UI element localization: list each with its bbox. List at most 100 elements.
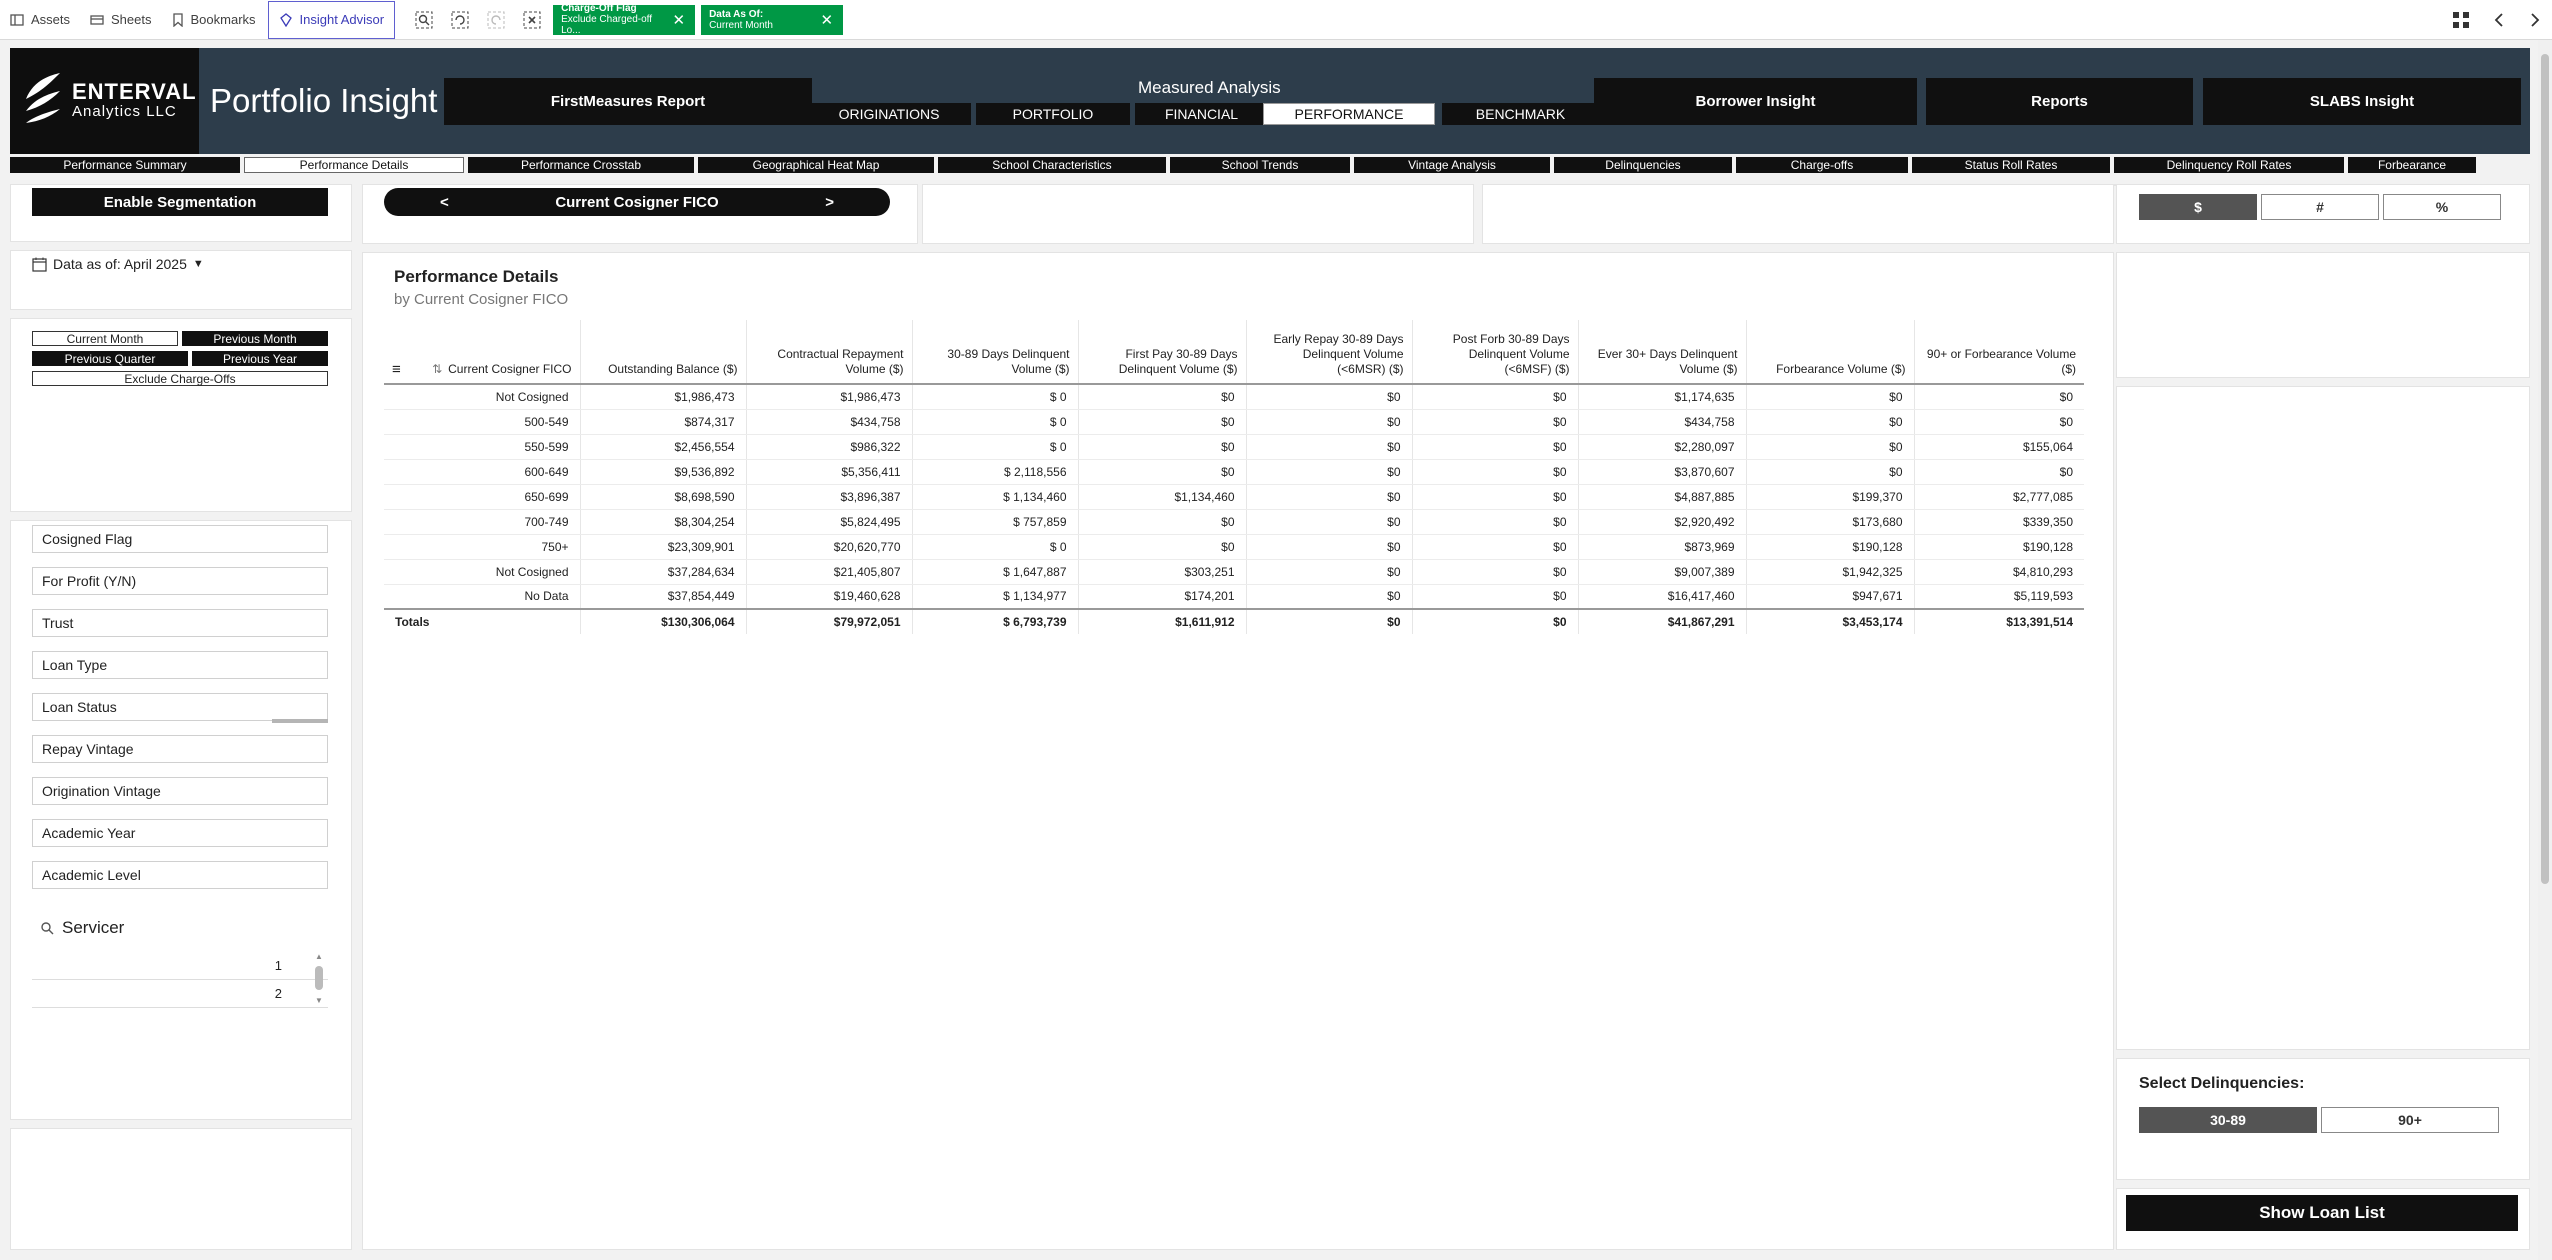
subtab-performance-crosstab[interactable]: Performance Crosstab [468,157,694,173]
column-header-post-forb-delinquent[interactable]: Post Forb 30-89 Days Delinquent Volume (… [1411,320,1578,385]
servicer-filter-header[interactable]: Servicer [40,918,124,938]
subtab-forbearance[interactable]: Forbearance [2348,157,2476,173]
table-row[interactable]: No Data $37,854,449 $19,460,628 $ 1,134,977… [384,584,2084,610]
delinquency-90-plus-button[interactable]: 90+ [2321,1107,2499,1133]
tab-originations[interactable]: ORIGINATIONS [807,103,971,125]
cell-fico[interactable]: 550-599 [384,434,580,460]
previous-month-button[interactable]: Previous Month [182,331,328,346]
servicer-value-2[interactable]: 2 [32,980,328,1008]
close-icon[interactable]: ✕ [673,11,686,29]
show-loan-list-button[interactable]: Show Loan List [2126,1195,2518,1231]
delinquency-30-89-button[interactable]: 30-89 [2139,1107,2317,1133]
cell-fico[interactable]: 750+ [384,534,580,560]
tab-portfolio[interactable]: PORTFOLIO [976,103,1130,125]
tab-performance[interactable]: PERFORMANCE [1263,103,1435,125]
table-row[interactable]: Not Cosigned $1,986,473 $1,986,473 $ 0 $0 $0 $… [384,384,2084,410]
subtab-delinquencies[interactable]: Delinquencies [1554,157,1732,173]
table-row[interactable]: 650-699 $8,698,590 $3,896,387 $ 1,134,460 $1… [384,484,2084,510]
assets-button[interactable]: Assets [0,0,80,40]
enable-segmentation-button[interactable]: Enable Segmentation [32,188,328,216]
step-forward-tool[interactable] [485,9,507,31]
insight-advisor-button[interactable]: Insight Advisor [267,0,396,39]
grid-view-icon[interactable] [2452,11,2470,29]
previous-quarter-button[interactable]: Previous Quarter [32,351,188,366]
column-header-outstanding-balance[interactable]: Outstanding Balance ($) [579,320,746,385]
filter-scroll-handle[interactable] [272,719,328,723]
filter-for-profit[interactable]: For Profit (Y/N) [32,567,328,595]
table-row[interactable]: 750+ $23,309,901 $20,620,770 $ 0 $0 $0 $0 $873,… [384,534,2084,560]
tab-financial[interactable]: FINANCIAL [1135,103,1268,125]
filter-repay-vintage[interactable]: Repay Vintage [32,735,328,763]
previous-year-button[interactable]: Previous Year [192,351,328,366]
subtab-vintage-analysis[interactable]: Vintage Analysis [1354,157,1550,173]
subtab-school-trends[interactable]: School Trends [1170,157,1350,173]
clear-selections-tool[interactable] [521,9,543,31]
column-header-first-pay-delinquent[interactable]: First Pay 30-89 Days Delinquent Volume (… [1077,320,1246,385]
chevron-left-icon[interactable] [2492,12,2506,28]
subtab-school-characteristics[interactable]: School Characteristics [938,157,1166,173]
scroll-up-icon[interactable]: ▲ [315,952,323,961]
column-header-fico[interactable]: ≡ ⇅ Current Cosigner FICO [384,320,580,385]
filter-trust[interactable]: Trust [32,609,328,637]
subtab-status-roll-rates[interactable]: Status Roll Rates [1912,157,2110,173]
exclude-chargeoffs-button[interactable]: Exclude Charge-Offs [32,371,328,386]
subtab-charge-offs[interactable]: Charge-offs [1736,157,1908,173]
dimension-prev-button[interactable]: < [440,194,449,211]
data-as-of-dropdown[interactable]: Data as of: April 2025 ▼ [32,256,204,272]
cell-fico[interactable]: 700-749 [384,509,580,535]
column-header-contractual-repayment[interactable]: Contractual Repayment Volume ($) [745,320,912,385]
subtab-performance-details[interactable]: Performance Details [244,157,464,173]
scroll-down-icon[interactable]: ▼ [315,996,323,1005]
filter-origination-vintage[interactable]: Origination Vintage [32,777,328,805]
column-header-early-repay-delinquent[interactable]: Early Repay 30-89 Days Delinquent Volume… [1245,320,1412,385]
sort-icon[interactable]: ⇅ [432,362,442,376]
column-header-forbearance-volume[interactable]: Forbearance Volume ($) [1745,320,1914,385]
reports-button[interactable]: Reports [1926,78,2193,125]
filter-loan-status[interactable]: Loan Status [32,693,328,721]
page-scroll-thumb[interactable] [2541,54,2549,884]
cell-fico[interactable]: 650-699 [384,484,580,510]
slabs-insight-button[interactable]: SLABS Insight [2203,78,2521,125]
cell-fico[interactable]: 500-549 [384,409,580,435]
filter-loan-type[interactable]: Loan Type [32,651,328,679]
borrower-insight-button[interactable]: Borrower Insight [1594,78,1917,125]
current-month-button[interactable]: Current Month [32,331,178,346]
table-row[interactable]: 500-549 $874,317 $434,758 $ 0 $0 $0 $0 $434,758… [384,409,2084,435]
cell-fico[interactable]: Not Cosigned [384,384,580,410]
column-header-90-or-forbearance[interactable]: 90+ or Forbearance Volume ($) [1913,320,2084,385]
table-row[interactable]: 700-749 $8,304,254 $5,824,495 $ 757,859 $0 $0… [384,509,2084,535]
selection-chip-chargeoff[interactable]: Charge-Off Flag Exclude Charged-off Lo..… [553,3,696,36]
column-header-30-89-delinquent[interactable]: 30-89 Days Delinquent Volume ($) [911,320,1078,385]
cell-fico[interactable]: No Data [384,584,580,610]
subtab-performance-summary[interactable]: Performance Summary [10,157,240,173]
sheets-button[interactable]: Sheets [80,0,161,40]
servicer-value-1[interactable]: 1 [32,952,328,980]
close-icon[interactable]: ✕ [821,11,834,29]
table-row[interactable]: Not Cosigned $37,284,634 $21,405,807 $ 1,64… [384,559,2084,585]
dimension-next-button[interactable]: > [825,194,834,211]
unit-dollar-button[interactable]: $ [2139,194,2257,220]
table-row[interactable]: 600-649 $9,536,892 $5,356,411 $ 2,118,556 $0… [384,459,2084,485]
tab-benchmark[interactable]: BENCHMARK [1442,103,1599,125]
table-row[interactable]: 550-599 $2,456,554 $986,322 $ 0 $0 $0 $0 $2,280… [384,434,2084,460]
unit-count-button[interactable]: # [2261,194,2379,220]
chevron-right-icon[interactable] [2528,12,2542,28]
step-back-tool[interactable] [449,9,471,31]
unit-percent-button[interactable]: % [2383,194,2501,220]
filter-academic-level[interactable]: Academic Level [32,861,328,889]
page-scrollbar[interactable] [2538,40,2552,1260]
cell-fico[interactable]: Not Cosigned [384,559,580,585]
smart-search-tool[interactable] [413,9,435,31]
subtab-delinquency-roll-rates[interactable]: Delinquency Roll Rates [2114,157,2344,173]
hamburger-menu-icon[interactable]: ≡ [392,362,401,377]
column-header-ever-30-delinquent[interactable]: Ever 30+ Days Delinquent Volume ($) [1577,320,1746,385]
selection-chip-data-as-of[interactable]: Data As Of: Current Month ✕ [701,4,844,35]
bookmarks-button[interactable]: Bookmarks [162,0,266,40]
filter-cosigned-flag[interactable]: Cosigned Flag [32,525,328,553]
servicer-scrollbar[interactable]: ▲ ▼ [314,952,324,1008]
filter-academic-year[interactable]: Academic Year [32,819,328,847]
cell-fico[interactable]: 600-649 [384,459,580,485]
firstmeasures-report-button[interactable]: FirstMeasures Report [444,78,812,125]
subtab-geographical-heat-map[interactable]: Geographical Heat Map [698,157,934,173]
servicer-scroll-thumb[interactable] [315,966,323,990]
